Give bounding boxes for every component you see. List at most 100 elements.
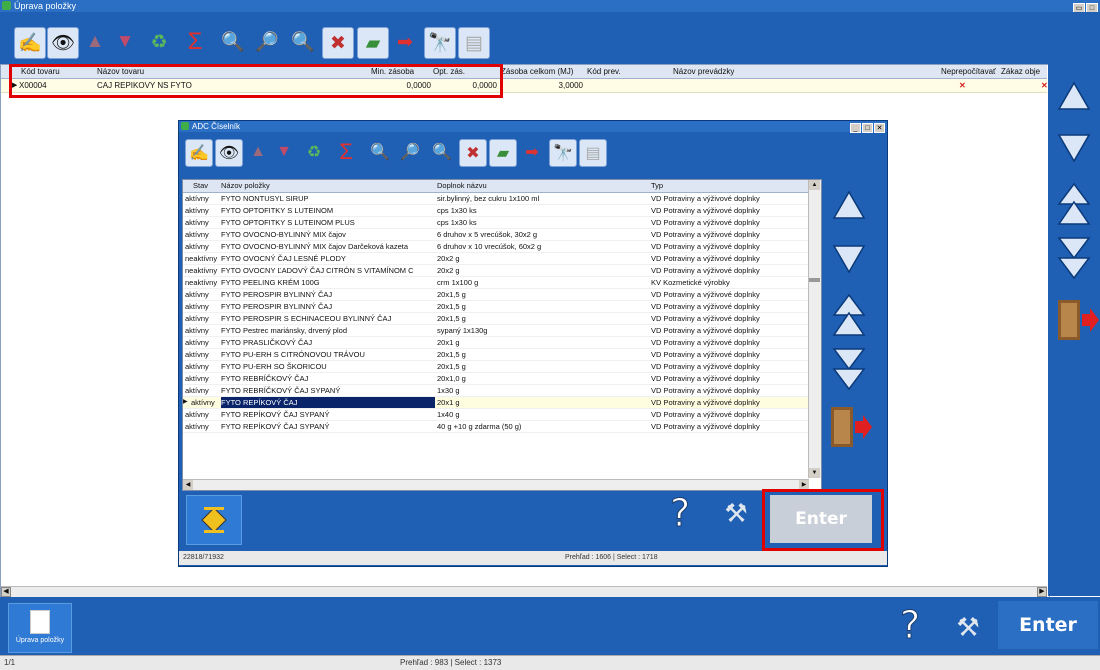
table-cell[interactable]: FYTO OVOCNY ĽADOVÝ ČAJ CITRÓN S VITAMÍNO… <box>221 265 435 276</box>
table-cell[interactable]: VD Potraviny a výživové doplnky <box>651 337 801 348</box>
table-row[interactable]: aktívny FYTO PEROSPIR BYLINNÝ ČAJ 20x1,5 g… <box>183 301 809 313</box>
table-cell[interactable]: FYTO OPTOFITKY S LUTEINOM <box>221 205 435 216</box>
table-cell[interactable]: VD Potraviny a výživové doplnky <box>651 373 801 384</box>
table-cell[interactable]: 20x2 g <box>437 265 649 276</box>
binoculars-icon[interactable]: 🔭 <box>424 27 456 59</box>
table-cell[interactable]: VD Potraviny a výživové doplnky <box>651 397 801 408</box>
help-icon[interactable]: ? <box>899 605 920 646</box>
search-next-icon[interactable]: 🔎 <box>397 139 423 165</box>
table-cell[interactable]: VD Potraviny a výživové doplnky <box>651 205 801 216</box>
table-cell[interactable]: FYTO REPÍKOVÝ ČAJ <box>221 397 435 408</box>
table-cell[interactable]: 20x1 g <box>437 337 649 348</box>
col-zasoba-celkom[interactable]: Zásoba celkom (MJ) <box>501 65 573 78</box>
col-doplnok[interactable]: Doplnok názvu <box>437 180 487 192</box>
table-cell[interactable]: FYTO REPÍKOVÝ ČAJ SYPANÝ <box>221 409 435 420</box>
table-cell[interactable]: VD Potraviny a výživové doplnky <box>651 265 801 276</box>
edit-hand-icon[interactable]: ✍ <box>185 139 213 167</box>
table-cell[interactable]: aktívny <box>185 301 221 312</box>
table-cell[interactable]: VD Potraviny a výživové doplnky <box>651 385 801 396</box>
dialog-help-icon[interactable]: ? <box>669 493 690 534</box>
scroll-left-icon[interactable]: ◀ <box>183 480 193 490</box>
table-cell[interactable]: VD Potraviny a výživové doplnky <box>651 193 801 204</box>
table-cell[interactable]: VD Potraviny a výživové doplnky <box>651 421 801 432</box>
table-cell[interactable]: 20x1,0 g <box>437 373 649 384</box>
page-up-icon[interactable] <box>1056 78 1092 114</box>
table-cell[interactable]: 20x2 g <box>437 253 649 264</box>
table-cell[interactable]: FYTO PEROSPIR S ECHINACEOU BYLINNÝ ČAJ <box>221 313 435 324</box>
table-cell[interactable]: FYTO OVOCNO-BYLINNÝ MIX čajov <box>221 229 435 240</box>
clear-filter-icon[interactable]: ✖ <box>459 139 487 167</box>
table-cell[interactable]: FYTO PEELING KRÉM 100G <box>221 277 435 288</box>
cell-zakaz[interactable]: ✕ <box>1041 79 1048 92</box>
dialog-page-up-icon[interactable] <box>831 187 867 223</box>
table-row[interactable]: aktívny FYTO OVOCNO-BYLINNÝ MIX čajov 6 dr… <box>183 229 809 241</box>
table-cell[interactable]: 20x1 g <box>437 397 649 408</box>
table-cell[interactable]: 40 g +10 g zdarma (50 g) <box>437 421 649 432</box>
table-cell[interactable]: sir.bylinný, bez cukru 1x100 ml <box>437 193 649 204</box>
dialog-page-down-icon[interactable] <box>831 241 867 277</box>
table-cell[interactable]: VD Potraviny a výživové doplnky <box>651 349 801 360</box>
cell-neprepocitavat[interactable]: ✕ <box>959 79 966 92</box>
dialog-first-page-icon[interactable] <box>831 293 867 337</box>
sort-desc-icon[interactable]: ▼ <box>271 139 297 165</box>
table-cell[interactable]: aktívny <box>185 313 221 324</box>
table-cell[interactable]: KV Kozmetické výrobky <box>651 277 801 288</box>
table-cell[interactable]: aktívny <box>185 373 221 384</box>
table-cell[interactable]: VD Potraviny a výživové doplnky <box>651 313 801 324</box>
table-cell[interactable]: FYTO PEROSPIR BYLINNÝ ČAJ <box>221 289 435 300</box>
table-cell[interactable]: 6 druhov x 5 vrecúšok, 30x2 g <box>437 229 649 240</box>
table-row[interactable]: aktívny FYTO OPTOFITKY S LUTEINOM cps 1x30… <box>183 205 809 217</box>
table-cell[interactable]: 20x1,5 g <box>437 361 649 372</box>
enter-button-main[interactable]: Enter <box>998 601 1098 649</box>
exit-door-icon[interactable] <box>1052 296 1100 344</box>
dialog-horizontal-scrollbar[interactable]: ◀ ▶ <box>183 479 809 490</box>
table-cell[interactable]: aktívny <box>185 193 221 204</box>
export-icon[interactable]: ➡ <box>519 139 545 165</box>
table-cell[interactable]: 20x1,5 g <box>437 313 649 324</box>
sort-asc-icon[interactable]: ▲ <box>245 139 271 165</box>
table-cell[interactable]: FYTO PRASLIČKOVÝ ČAJ <box>221 337 435 348</box>
table-cell[interactable]: VD Potraviny a výživové doplnky <box>651 325 801 336</box>
table-cell[interactable]: crm 1x100 g <box>437 277 649 288</box>
table-cell[interactable]: FYTO OPTOFITKY S LUTEINOM PLUS <box>221 217 435 228</box>
table-cell[interactable]: 20x1,5 g <box>437 289 649 300</box>
table-row[interactable]: aktívny FYTO REPÍKOVÝ ČAJ SYPANÝ 1x40 g VD … <box>183 409 809 421</box>
table-cell[interactable]: 1x40 g <box>437 409 649 420</box>
scroll-thumb[interactable] <box>809 278 820 282</box>
sort-asc-icon[interactable]: ▲ <box>80 27 110 57</box>
table-cell[interactable]: aktívny <box>185 241 221 252</box>
settings-tools-icon[interactable]: ⚒ <box>950 609 986 645</box>
table-cell[interactable]: FYTO NONTUSYL SIRUP <box>221 193 435 204</box>
table-cell[interactable]: VD Potraviny a výživové doplnky <box>651 253 801 264</box>
first-page-icon[interactable] <box>1056 182 1092 226</box>
table-cell[interactable]: VD Potraviny a výživové doplnky <box>651 217 801 228</box>
table-cell[interactable]: aktívny <box>185 385 221 396</box>
table-cell[interactable]: VD Potraviny a výživové doplnky <box>651 301 801 312</box>
table-row[interactable]: neaktívny FYTO OVOCNÝ ČAJ LESNÉ PLODY 20x2… <box>183 253 809 265</box>
clear-filter-icon[interactable]: ✖ <box>322 27 354 59</box>
table-row[interactable]: aktívny FYTO Pestrec mariánsky, drvený pl… <box>183 325 809 337</box>
main-horizontal-scrollbar[interactable]: ◀ ▶ <box>1 586 1047 597</box>
dialog-last-page-icon[interactable] <box>831 347 867 391</box>
table-cell[interactable]: 20x1,5 g <box>437 301 649 312</box>
barcode-button[interactable] <box>186 495 242 545</box>
close-icon[interactable]: ✕ <box>874 123 885 133</box>
table-cell[interactable]: VD Potraviny a výživové doplnky <box>651 241 801 252</box>
table-cell[interactable]: aktívny <box>185 409 221 420</box>
table-cell[interactable]: 1x30 g <box>437 385 649 396</box>
table-row[interactable]: aktívny FYTO PU-ERH SO ŠKORICOU 20x1,5 g VD… <box>183 361 809 373</box>
table-cell[interactable]: aktívny <box>185 229 221 240</box>
col-zakaz[interactable]: Zákaz obje <box>1001 65 1047 78</box>
scroll-left-icon[interactable]: ◀ <box>1 587 11 597</box>
multi-search-icon[interactable]: 🔍 <box>288 27 318 57</box>
table-cell[interactable]: cps 1x30 ks <box>437 217 649 228</box>
chart-icon[interactable]: ▰ <box>357 27 389 59</box>
minimize-icon[interactable]: _ <box>850 123 861 133</box>
table-cell[interactable]: 20x1,5 g <box>437 349 649 360</box>
recycle-icon[interactable]: ♻ <box>144 27 174 57</box>
col-typ[interactable]: Typ <box>651 180 663 192</box>
table-row[interactable]: aktívny FYTO PEROSPIR BYLINNÝ ČAJ 20x1,5 g… <box>183 289 809 301</box>
chart-icon[interactable]: ▰ <box>489 139 517 167</box>
recycle-icon[interactable]: ♻ <box>301 139 327 165</box>
binoculars-icon[interactable]: 🔭 <box>549 139 577 167</box>
